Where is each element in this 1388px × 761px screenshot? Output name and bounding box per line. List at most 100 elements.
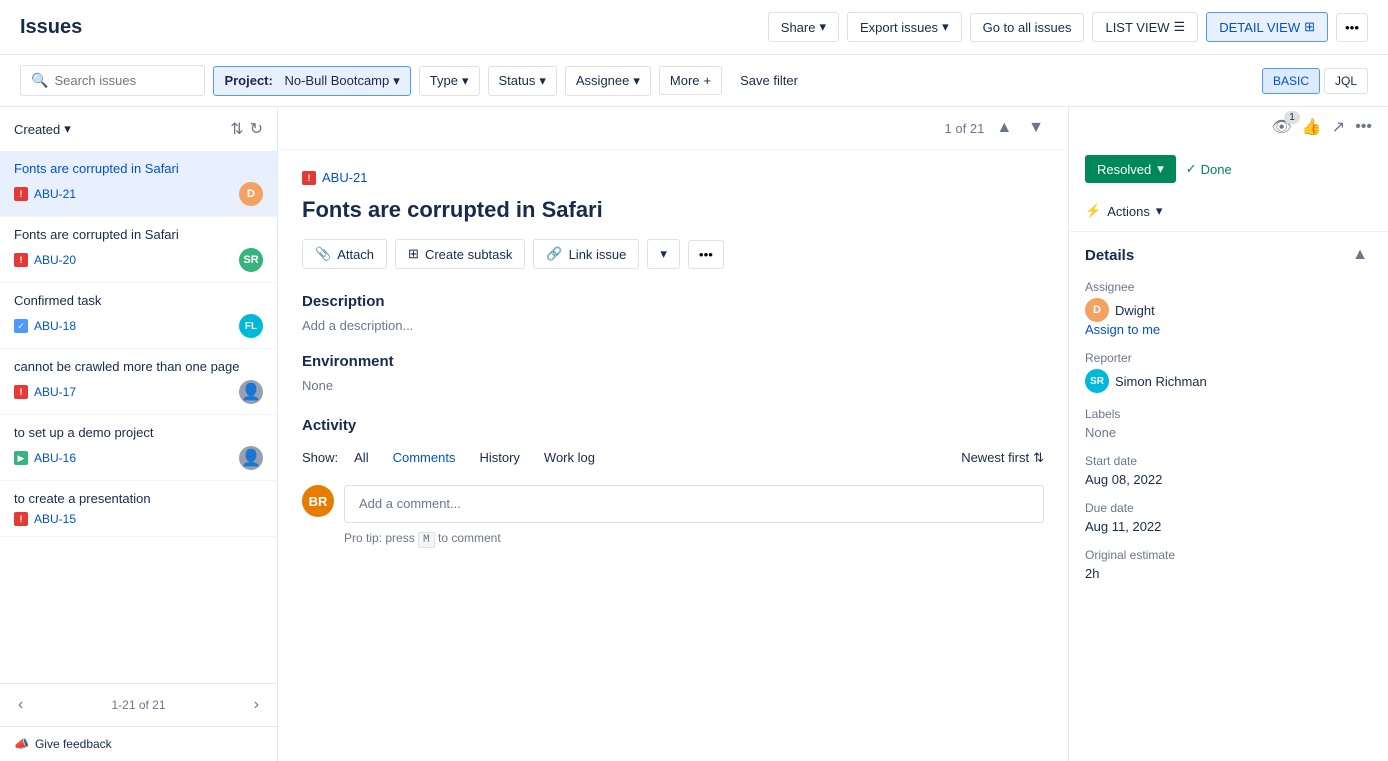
chevron-down-icon: ▾	[462, 73, 469, 89]
collapse-details-button[interactable]: ▲	[1348, 244, 1372, 266]
link-issue-button[interactable]: 🔗 Link issue	[533, 239, 639, 269]
right-icons: 👁 1 👍 ↗ •••	[1272, 117, 1372, 137]
show-comments-button[interactable]: Comments	[385, 446, 464, 469]
project-filter-button[interactable]: Project: No-Bull Bootcamp ▾	[213, 66, 410, 96]
type-filter-button[interactable]: Type ▾	[419, 66, 480, 96]
share-button[interactable]: Share ▾	[768, 12, 839, 42]
avatar: D	[239, 182, 263, 206]
issue-id-row: ! ABU-17	[14, 385, 76, 399]
comment-input-row: BR Add a comment...	[302, 485, 1044, 523]
issue-meta: ! ABU-15	[14, 512, 263, 526]
issue-id-row: ! ABU-20	[14, 253, 76, 267]
bug-icon: !	[302, 171, 316, 185]
show-worklog-button[interactable]: Work log	[536, 446, 603, 469]
more-actions-button[interactable]: •••	[688, 240, 724, 269]
list-item[interactable]: cannot be crawled more than one page ! A…	[0, 349, 277, 415]
sort-activity-button[interactable]: Newest first ⇅	[961, 450, 1044, 466]
detail-view-icon: ⊞	[1304, 19, 1315, 35]
actions-button[interactable]: ⚡ Actions ▾	[1085, 203, 1162, 219]
prev-page-button[interactable]: ‹	[14, 694, 27, 716]
sidebar: Created ▾ ⇅ ↻ Fonts are corrupted in Saf…	[0, 107, 278, 761]
action-dropdown-button[interactable]: ▾	[647, 239, 680, 269]
issue-id-row: ! ABU-21	[14, 187, 76, 201]
pro-tip: Pro tip: press M to comment	[344, 531, 1044, 546]
issue-title: Confirmed task	[14, 293, 263, 308]
jql-view-button[interactable]: JQL	[1324, 68, 1368, 94]
list-view-button[interactable]: LIST VIEW ☰	[1092, 12, 1198, 42]
issue-meta: ! ABU-21 D	[14, 182, 263, 206]
view-toggle: BASIC JQL	[1262, 68, 1368, 94]
list-item[interactable]: Fonts are corrupted in Safari ! ABU-21 D	[0, 151, 277, 217]
detail-view-button[interactable]: DETAIL VIEW ⊞	[1206, 12, 1328, 42]
attach-button[interactable]: 📎 Attach	[302, 239, 387, 269]
details-section-header: Details ▲	[1085, 244, 1372, 266]
original-estimate-field: Original estimate 2h	[1085, 548, 1372, 581]
sidebar-pagination: ‹ 1-21 of 21 ›	[0, 683, 277, 726]
activity-section: Activity Show: All Comments History Work…	[302, 417, 1044, 546]
issue-id: ABU-21	[34, 187, 76, 201]
details-section: Details ▲ Assignee D Dwight Assign to me…	[1069, 232, 1388, 607]
environment-section: Environment None	[302, 353, 1044, 393]
megaphone-icon: 📣	[14, 737, 29, 751]
refresh-button[interactable]: ↻	[250, 119, 263, 139]
issue-id-row: ! ABU-15	[14, 512, 76, 526]
details-section-title: Details	[1085, 247, 1134, 264]
detail-actions: 📎 Attach ⊞ Create subtask 🔗 Link issue ▾…	[302, 239, 1044, 269]
chevron-down-icon: ▾	[633, 73, 640, 89]
search-input[interactable]	[54, 73, 194, 88]
goto-all-issues-button[interactable]: Go to all issues	[970, 13, 1085, 42]
assign-to-me-link[interactable]: Assign to me	[1085, 322, 1372, 337]
list-item[interactable]: Confirmed task ✓ ABU-18 FL	[0, 283, 277, 349]
issue-title: Fonts are corrupted in Safari	[14, 227, 263, 242]
description-placeholder[interactable]: Add a description...	[302, 318, 1044, 333]
more-dots-icon: •••	[699, 247, 713, 262]
detail-content: ! ABU-21 Fonts are corrupted in Safari 📎…	[278, 150, 1068, 566]
export-issues-button[interactable]: Export issues ▾	[847, 12, 962, 42]
resolved-button[interactable]: Resolved ▾	[1085, 155, 1176, 183]
assignee-filter-button[interactable]: Assignee ▾	[565, 66, 651, 96]
chevron-down-icon: ▾	[539, 73, 546, 89]
subtask-icon: ⊞	[408, 246, 419, 262]
avatar: SR	[239, 248, 263, 272]
reporter-value: SR Simon Richman	[1085, 369, 1372, 393]
comment-avatar: BR	[302, 485, 334, 517]
basic-view-button[interactable]: BASIC	[1262, 68, 1320, 94]
sort-order-button[interactable]: ⇅	[230, 119, 243, 139]
comment-input[interactable]: Add a comment...	[344, 485, 1044, 523]
filter-bar: 🔍 Project: No-Bull Bootcamp ▾ Type ▾ Sta…	[0, 55, 1388, 107]
issue-title: to create a presentation	[14, 491, 263, 506]
show-history-button[interactable]: History	[471, 446, 527, 469]
keyboard-shortcut: M	[418, 532, 435, 548]
avatar: 👤	[239, 380, 263, 404]
bug-icon: !	[14, 512, 28, 526]
share-button[interactable]: ↗	[1332, 117, 1345, 137]
more-filter-button[interactable]: More +	[659, 66, 722, 95]
status-filter-button[interactable]: Status ▾	[488, 66, 557, 96]
page-title: Issues	[20, 16, 82, 39]
watch-button[interactable]: 👁 1	[1272, 117, 1292, 137]
sort-selector[interactable]: Created ▾	[14, 121, 71, 137]
search-box[interactable]: 🔍	[20, 65, 205, 96]
detail-title: Fonts are corrupted in Safari	[302, 197, 1044, 223]
create-subtask-button[interactable]: ⊞ Create subtask	[395, 239, 525, 269]
list-item[interactable]: to set up a demo project ▶ ABU-16 👤	[0, 415, 277, 481]
chevron-down-icon: ▾	[942, 19, 949, 35]
assignee-value: D Dwight	[1085, 298, 1372, 322]
save-filter-button[interactable]: Save filter	[730, 67, 808, 94]
list-item[interactable]: Fonts are corrupted in Safari ! ABU-20 S…	[0, 217, 277, 283]
next-page-button[interactable]: ›	[250, 694, 263, 716]
prev-issue-button[interactable]: ▲	[992, 117, 1016, 139]
due-date-field: Due date Aug 11, 2022	[1085, 501, 1372, 534]
avatar: 👤	[239, 446, 263, 470]
next-issue-button[interactable]: ▼	[1024, 117, 1048, 139]
header-more-button[interactable]: •••	[1336, 13, 1368, 42]
show-all-button[interactable]: All	[346, 446, 376, 469]
assignee-avatar: D	[1085, 298, 1109, 322]
checkmark-icon: ✓	[1186, 161, 1197, 177]
like-button[interactable]: 👍	[1302, 117, 1322, 137]
description-title: Description	[302, 293, 1044, 310]
list-item[interactable]: to create a presentation ! ABU-15	[0, 481, 277, 537]
more-button[interactable]: •••	[1355, 118, 1372, 136]
paperclip-icon: 📎	[315, 246, 331, 262]
issue-meta: ▶ ABU-16 👤	[14, 446, 263, 470]
